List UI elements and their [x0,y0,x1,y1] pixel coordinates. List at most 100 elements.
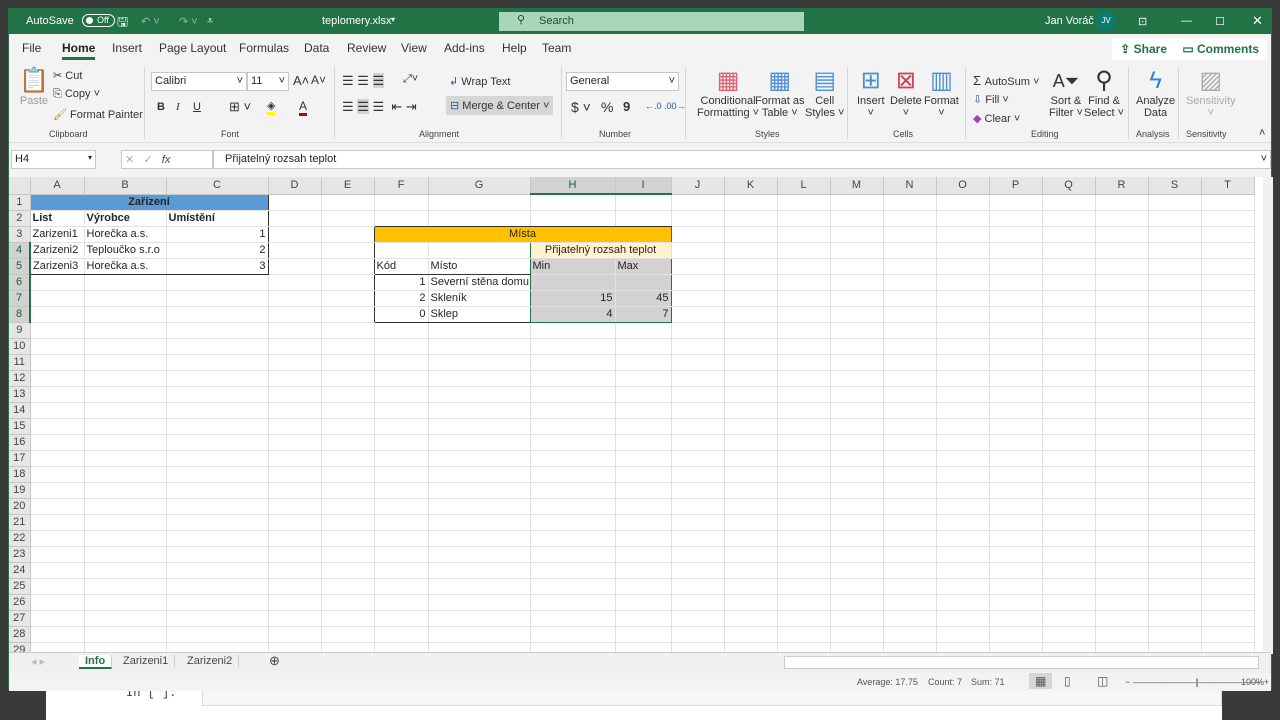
fill-color-icon[interactable]: ◈ [267,99,276,115]
cell-R4[interactable] [1095,242,1149,259]
cell-E1[interactable] [321,194,375,211]
fill-button[interactable]: ⇩ Fill ˅ [973,93,1009,106]
cell-P10[interactable] [989,338,1043,355]
cell-R21[interactable] [1095,514,1149,531]
cell-N15[interactable] [883,418,937,435]
cell-R26[interactable] [1095,594,1149,611]
cell-Q7[interactable] [1042,290,1096,307]
cell-A24[interactable] [30,562,85,579]
cell-F12[interactable] [374,370,429,387]
cell-K21[interactable] [724,514,778,531]
tab-view[interactable]: View [401,41,427,55]
search-box[interactable]: ⚲ Search [499,12,804,31]
cell-G15[interactable] [428,418,531,435]
cell-O4[interactable] [936,242,990,259]
row-header-9[interactable]: 9 [9,322,31,339]
cell-K3[interactable] [724,226,778,243]
cell-C20[interactable] [166,498,269,515]
cell-G9[interactable] [428,322,531,339]
cell-J26[interactable] [671,594,725,611]
cell-D2[interactable] [268,210,322,227]
cell-H7[interactable]: 15 [530,290,616,307]
cell-M28[interactable] [830,626,884,643]
cell-O13[interactable] [936,386,990,403]
cell-T26[interactable] [1201,594,1255,611]
cell-C12[interactable] [166,370,269,387]
cell-A23[interactable] [30,546,85,563]
cell-J25[interactable] [671,578,725,595]
cell-J29[interactable] [671,642,725,652]
cell-J15[interactable] [671,418,725,435]
cell-O3[interactable] [936,226,990,243]
column-header-S[interactable]: S [1148,177,1202,195]
cell-S8[interactable] [1148,306,1202,323]
cell-K23[interactable] [724,546,778,563]
cell-N27[interactable] [883,610,937,627]
cell-T2[interactable] [1201,210,1255,227]
cell-D4[interactable] [268,242,322,259]
cell-K13[interactable] [724,386,778,403]
cell-I21[interactable] [615,514,672,531]
chevron-down-icon[interactable]: ▾ [391,15,395,24]
cell-L5[interactable] [777,258,831,275]
cell-O6[interactable] [936,274,990,291]
cell-N17[interactable] [883,450,937,467]
file-name[interactable]: teplomery.xlsx [322,15,391,27]
find-select-button[interactable]: ⚲ Find & Select ˅ [1084,67,1124,119]
cell-J17[interactable] [671,450,725,467]
font-color-icon[interactable]: A [299,99,308,116]
cell-D25[interactable] [268,578,322,595]
font-name-select[interactable]: Calibri ˅ [151,72,247,91]
cell-P22[interactable] [989,530,1043,547]
cell-R7[interactable] [1095,290,1149,307]
cell-R24[interactable] [1095,562,1149,579]
cell-R14[interactable] [1095,402,1149,419]
cell-C26[interactable] [166,594,269,611]
cell-R29[interactable] [1095,642,1149,652]
row-header-7[interactable]: 7 [9,290,31,307]
cell-S18[interactable] [1148,466,1202,483]
cell-S16[interactable] [1148,434,1202,451]
cell-C17[interactable] [166,450,269,467]
ribbon-display-icon[interactable]: ⊡ [1138,15,1147,28]
cell-S19[interactable] [1148,482,1202,499]
cell-P13[interactable] [989,386,1043,403]
cell-D6[interactable] [268,274,322,291]
cell-S29[interactable] [1148,642,1202,652]
cell-F8[interactable]: 0 [374,306,429,323]
cell-G2[interactable] [428,210,531,227]
cell-M27[interactable] [830,610,884,627]
cell-E16[interactable] [321,434,375,451]
tab-file[interactable]: File [22,41,41,55]
cell-I24[interactable] [615,562,672,579]
cell-E22[interactable] [321,530,375,547]
cell-J3[interactable] [671,226,725,243]
cell-Q24[interactable] [1042,562,1096,579]
cell-S10[interactable] [1148,338,1202,355]
cell-K18[interactable] [724,466,778,483]
cell-T10[interactable] [1201,338,1255,355]
cell-L29[interactable] [777,642,831,652]
avatar[interactable]: JV [1096,11,1116,31]
italic-button[interactable]: I [176,101,180,113]
cell-C2[interactable]: Umístění [166,210,269,227]
cell-O22[interactable] [936,530,990,547]
cell-S2[interactable] [1148,210,1202,227]
cell-K12[interactable] [724,370,778,387]
align-top-icon[interactable]: ☰ ☰ ☰ [342,73,385,89]
cell-T22[interactable] [1201,530,1255,547]
cell-P4[interactable] [989,242,1043,259]
cell-G28[interactable] [428,626,531,643]
cell-T24[interactable] [1201,562,1255,579]
cell-E21[interactable] [321,514,375,531]
cell-J12[interactable] [671,370,725,387]
customize-qat-icon[interactable]: ⩡ [207,15,213,28]
cell-A19[interactable] [30,482,85,499]
autosave-toggle[interactable]: Off [82,14,115,27]
sheet-tab-zarizeni2[interactable]: Zarizeni2 [181,655,240,667]
cell-A13[interactable] [30,386,85,403]
cell-O11[interactable] [936,354,990,371]
cell-G29[interactable] [428,642,531,652]
cell-L16[interactable] [777,434,831,451]
cell-R22[interactable] [1095,530,1149,547]
